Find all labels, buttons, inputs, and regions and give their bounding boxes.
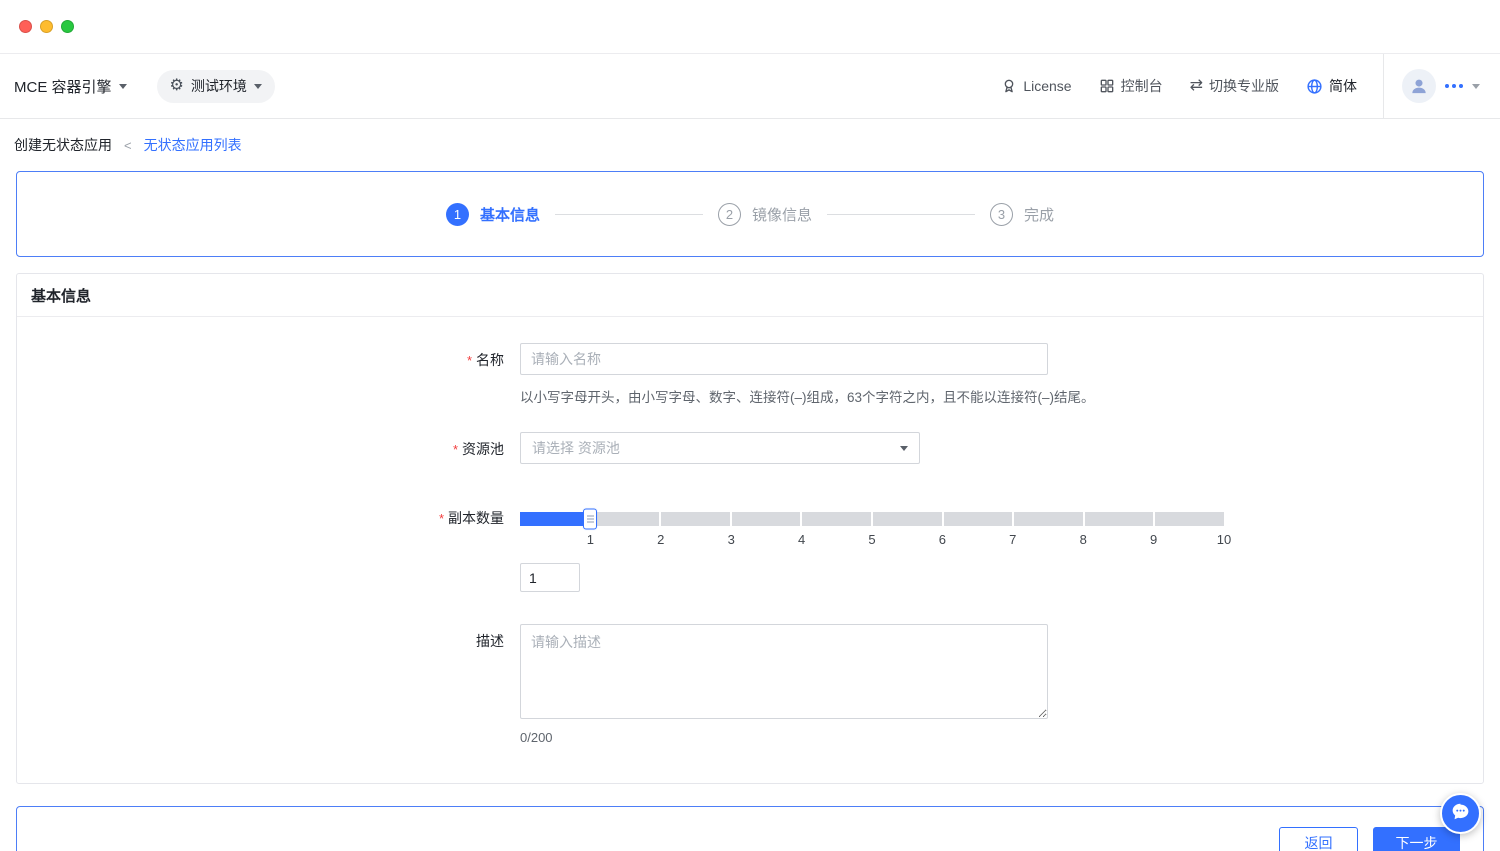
name-row: * 名称 以小写字母开头，由小写字母、数字、连接符(–)组成，63个字符之内，且不…	[17, 343, 1483, 406]
replicas-number-input[interactable]	[520, 563, 580, 592]
chevron-down-icon	[253, 83, 262, 89]
required-mark: *	[438, 511, 444, 526]
step-number: 2	[717, 202, 741, 226]
slider-segment	[520, 512, 589, 526]
slider-segment	[590, 512, 660, 526]
tick-label: 3	[727, 532, 735, 547]
slider-segment	[943, 512, 1013, 526]
basic-info-card: 基本信息 * 名称 以小写字母开头，由小写字母、数字、连接符(–)组成，63个字符…	[16, 273, 1484, 784]
step-finish: 3 完成	[990, 202, 1055, 226]
step-connector	[554, 213, 703, 215]
tick-label: 2	[657, 532, 665, 547]
chevron-down-icon	[900, 445, 908, 451]
tick-label: 9	[1149, 532, 1158, 547]
footer-action-bar: 返回 下一步	[16, 806, 1484, 851]
slider-segment	[872, 512, 942, 526]
name-input[interactable]	[520, 343, 1048, 375]
replicas-slider[interactable]	[520, 508, 1224, 530]
slider-segment	[661, 512, 730, 526]
support-chat-button[interactable]	[1440, 793, 1481, 834]
resource-pool-label: * 资源池	[17, 432, 504, 459]
switch-pro-label: 切换专业版	[1209, 78, 1279, 94]
account-more-icon	[1445, 84, 1463, 88]
chat-bubble-icon	[1450, 801, 1471, 827]
license-label: License	[1023, 78, 1072, 94]
description-row: 描述 0/200	[17, 624, 1483, 745]
environment-selector[interactable]: ⚙ 测试环境	[156, 69, 275, 103]
description-label: 描述	[17, 624, 504, 651]
avatar	[1402, 69, 1436, 103]
slider-segment	[731, 512, 801, 526]
switch-pro-button[interactable]: ⇄ 切换专业版	[1190, 76, 1279, 96]
resource-pool-placeholder: 请选择 资源池	[532, 440, 620, 456]
stepper: 1 基本信息 2 镜像信息 3 完成	[16, 171, 1484, 257]
top-navbar: MCE 容器引擎 ⚙ 测试环境 License 控制台 ⇄ 切换专业版 简体	[0, 53, 1500, 119]
language-label: 简体	[1329, 78, 1357, 94]
step-label: 完成	[1024, 206, 1055, 224]
resource-pool-row: * 资源池 请选择 资源池	[17, 432, 1483, 464]
required-mark: *	[452, 442, 458, 457]
environment-label: 测试环境	[190, 78, 247, 94]
slider-handle[interactable]	[583, 508, 598, 530]
console-button[interactable]: 控制台	[1099, 76, 1163, 96]
step-image-info: 2 镜像信息	[717, 202, 812, 226]
name-help-text: 以小写字母开头，由小写字母、数字、连接符(–)组成，63个字符之内，且不能以连接…	[520, 390, 1095, 405]
tick-label: 1	[586, 532, 595, 547]
chevron-down-icon	[118, 83, 127, 89]
next-step-button[interactable]: 下一步	[1373, 827, 1460, 851]
globe-icon	[1306, 78, 1323, 95]
tick-label: 6	[938, 532, 947, 547]
minimize-window-button[interactable]	[40, 20, 53, 33]
console-label: 控制台	[1120, 78, 1163, 94]
chevron-down-icon	[1472, 83, 1480, 89]
description-label-text: 描述	[476, 633, 504, 649]
language-button[interactable]: 简体	[1306, 76, 1357, 96]
description-char-counter: 0/200	[520, 730, 553, 745]
tick-label: 7	[1009, 532, 1017, 547]
slider-segment	[1014, 512, 1083, 526]
slider-ticks: 1 2 3 4 5 6 7 8 9 10	[520, 529, 1231, 549]
swap-arrows-icon: ⇄	[1189, 77, 1203, 94]
name-label-text: 名称	[476, 352, 504, 368]
step-label: 镜像信息	[751, 206, 812, 224]
step-connector	[827, 213, 975, 215]
replicas-row: * 副本数量 1 2 3 4 5 6 7 8 9 10 1	[17, 490, 1483, 592]
close-window-button[interactable]	[19, 20, 32, 33]
step-basic-info: 1 基本信息	[445, 202, 540, 226]
account-menu[interactable]	[1383, 54, 1500, 118]
product-name: MCE 容器引擎	[14, 78, 112, 96]
license-icon	[1001, 78, 1017, 94]
card-title: 基本信息	[17, 274, 1483, 317]
breadcrumb-separator: <	[124, 137, 132, 153]
step-label: 基本信息	[479, 206, 540, 224]
breadcrumb-back-link[interactable]: 无状态应用列表	[144, 135, 242, 155]
resource-pool-label-text: 资源池	[462, 441, 504, 457]
slider-segment	[1084, 512, 1154, 526]
breadcrumb-current: 创建无状态应用	[14, 137, 112, 153]
grip-icon	[586, 515, 594, 523]
step-number: 1	[445, 202, 469, 226]
app-window: MCE 容器引擎 ⚙ 测试环境 License 控制台 ⇄ 切换专业版 简体 创…	[0, 0, 1500, 851]
fullscreen-window-button[interactable]	[61, 20, 74, 33]
replicas-label-text: 副本数量	[448, 510, 504, 526]
resource-pool-select[interactable]: 请选择 资源池	[520, 432, 920, 464]
console-grid-icon	[1099, 78, 1115, 94]
required-mark: *	[466, 353, 472, 368]
tick-label: 4	[797, 532, 806, 547]
slider-segment	[1155, 512, 1224, 526]
description-textarea[interactable]	[520, 624, 1048, 719]
step-number: 3	[990, 202, 1013, 226]
back-button[interactable]: 返回	[1279, 827, 1358, 851]
tick-label: 5	[868, 532, 876, 547]
name-label: * 名称	[17, 343, 504, 370]
license-button[interactable]: License	[1001, 78, 1072, 94]
slider-segment	[802, 512, 871, 526]
product-menu[interactable]: MCE 容器引擎	[14, 76, 127, 97]
breadcrumb: 创建无状态应用 < 无状态应用列表	[0, 119, 1500, 165]
gear-icon: ⚙	[169, 77, 184, 94]
tick-label: 10	[1216, 532, 1232, 547]
tick-label: 8	[1079, 532, 1087, 547]
replicas-label: * 副本数量	[17, 490, 504, 528]
titlebar	[0, 0, 1500, 53]
